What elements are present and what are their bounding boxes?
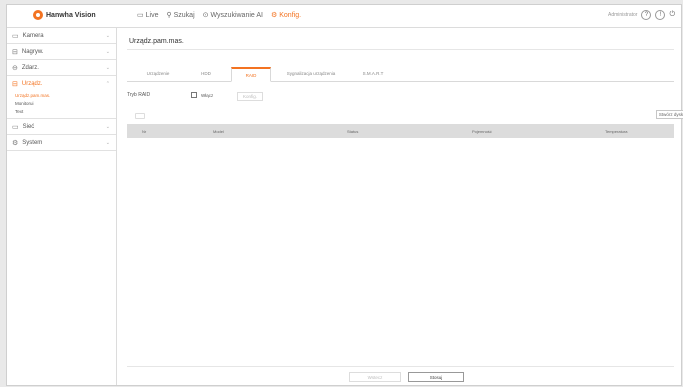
add-disk-button[interactable]: Stwórz dysk	[656, 110, 683, 119]
table-header: Nr Model Status Pojemność Temperatura	[127, 124, 674, 138]
nav-live[interactable]: ▭ Live	[137, 11, 159, 20]
nav-search-label: Szukaj	[173, 11, 195, 19]
nav-ai-search[interactable]: ⊙ Wyszukiwanie AI	[202, 11, 263, 20]
sidebar-item-label: Sieć	[22, 123, 35, 130]
col-header-model: Model	[213, 129, 224, 134]
sidebar-item-label: Zdarz.	[21, 64, 39, 71]
user-area: Administrator ? ! ⏻	[608, 10, 675, 20]
brand-name: Hanwha Vision	[46, 11, 96, 19]
sidebar-item-label: Kamera	[22, 32, 44, 39]
divider	[127, 366, 674, 367]
page-title: Urządz.pam.mas.	[129, 38, 184, 45]
nav-live-label: Live	[145, 11, 159, 19]
help-icon[interactable]: ?	[641, 10, 652, 20]
divider	[127, 49, 674, 50]
main-nav: ▭ Live ⚲ Szukaj ⊙ Wyszukiwanie AI ⚙ Konf…	[137, 11, 302, 20]
chevron-down-icon: ⌄	[105, 64, 110, 71]
sidebar-item-label: System	[22, 139, 43, 146]
cancel-button[interactable]: Wstecz	[349, 372, 401, 382]
sidebar-item-camera[interactable]: ▭ Kamera ⌄	[7, 28, 116, 44]
gear-icon: ⚙	[270, 12, 278, 19]
tab-smart[interactable]: S.M.A.R.T	[353, 67, 393, 80]
chevron-down-icon: ⌄	[105, 48, 110, 55]
nav-config[interactable]: ⚙ Konfig.	[270, 11, 302, 20]
col-header-capacity: Pojemność	[472, 129, 492, 134]
raid-enable-label: Włącz	[201, 93, 214, 98]
collapse-icon[interactable]	[135, 113, 145, 119]
sidebar-item-record[interactable]: ⊟ Nagryw. ⌄	[7, 44, 116, 60]
chevron-up-icon: ⌃	[105, 81, 110, 87]
app-window: Hanwha Vision ▭ Live ⚲ Szukaj ⊙ Wyszukiw…	[6, 4, 683, 386]
raid-mode-label: Tryb RAID	[127, 92, 151, 98]
chevron-down-icon: ⌄	[105, 139, 110, 146]
col-header-status: Status	[347, 129, 359, 134]
chevron-down-icon: ⌄	[105, 32, 110, 39]
col-header-temperature: Temperatura	[605, 129, 628, 134]
nav-search[interactable]: ⚲ Szukaj	[166, 11, 195, 20]
tab-bar: Urządzenie HDD RAID Sygnalizacja urządze…	[127, 67, 674, 82]
sidebar-item-label: Nagryw.	[21, 48, 44, 55]
event-icon: ⊖	[12, 64, 18, 72]
network-icon: ▭	[12, 123, 19, 131]
sidebar-subitem-storage[interactable]: Urządz.pam.mas.	[7, 92, 116, 100]
hanwha-logo-icon	[33, 10, 43, 20]
brand-logo[interactable]: Hanwha Vision	[33, 10, 96, 20]
monitor-icon: ▭	[137, 12, 144, 19]
sidebar-subitem-text[interactable]: Text	[7, 108, 116, 116]
camera-icon: ▭	[12, 32, 19, 40]
tab-raid[interactable]: RAID	[231, 67, 271, 82]
main-content: Urządz.pam.mas. Urządzenie HDD RAID Sygn…	[117, 28, 683, 385]
logout-icon[interactable]: ⏻	[669, 11, 675, 19]
tab-hdd[interactable]: HDD	[189, 67, 223, 80]
nav-ai-search-label: Wyszukiwanie AI	[210, 11, 263, 19]
raid-config-button[interactable]: Konfig.	[237, 92, 263, 101]
search-icon: ⚲	[166, 12, 172, 19]
system-icon: ⚙	[12, 139, 19, 147]
sidebar-item-system[interactable]: ⚙ System ⌄	[7, 135, 116, 151]
nav-config-label: Konfig.	[279, 11, 302, 19]
raid-enable-checkbox[interactable]	[191, 92, 197, 98]
record-icon: ⊟	[12, 48, 18, 56]
sidebar-item-network[interactable]: ▭ Sieć ⌄	[7, 119, 116, 135]
sidebar-item-event[interactable]: ⊖ Zdarz. ⌄	[7, 60, 116, 76]
tab-device-alarm[interactable]: Sygnalizacja urządzenia	[277, 67, 345, 80]
tab-device[interactable]: Urządzenie	[135, 67, 181, 80]
apply-button[interactable]: Stosuj	[408, 372, 464, 382]
col-header-no: Nr	[142, 129, 147, 134]
sidebar-item-label: Urządz.	[21, 81, 43, 87]
sidebar-subitem-monitor[interactable]: Monitorui	[7, 100, 116, 108]
info-icon[interactable]: !	[655, 10, 666, 20]
chevron-down-icon: ⌄	[105, 123, 110, 130]
user-name[interactable]: Administrator	[608, 12, 637, 18]
sidebar-item-device[interactable]: ⊟ Urządz. ⌃	[7, 76, 116, 92]
top-bar: Hanwha Vision ▭ Live ⚲ Szukaj ⊙ Wyszukiw…	[7, 5, 681, 28]
sidebar: ▭ Kamera ⌄ ⊟ Nagryw. ⌄ ⊖ Zdarz. ⌄ ⊟ Urzą…	[7, 28, 117, 385]
sidebar-group-device: ⊟ Urządz. ⌃ Urządz.pam.mas. Monitorui Te…	[7, 76, 116, 119]
ai-icon: ⊙	[202, 12, 209, 19]
device-icon: ⊟	[12, 81, 18, 88]
